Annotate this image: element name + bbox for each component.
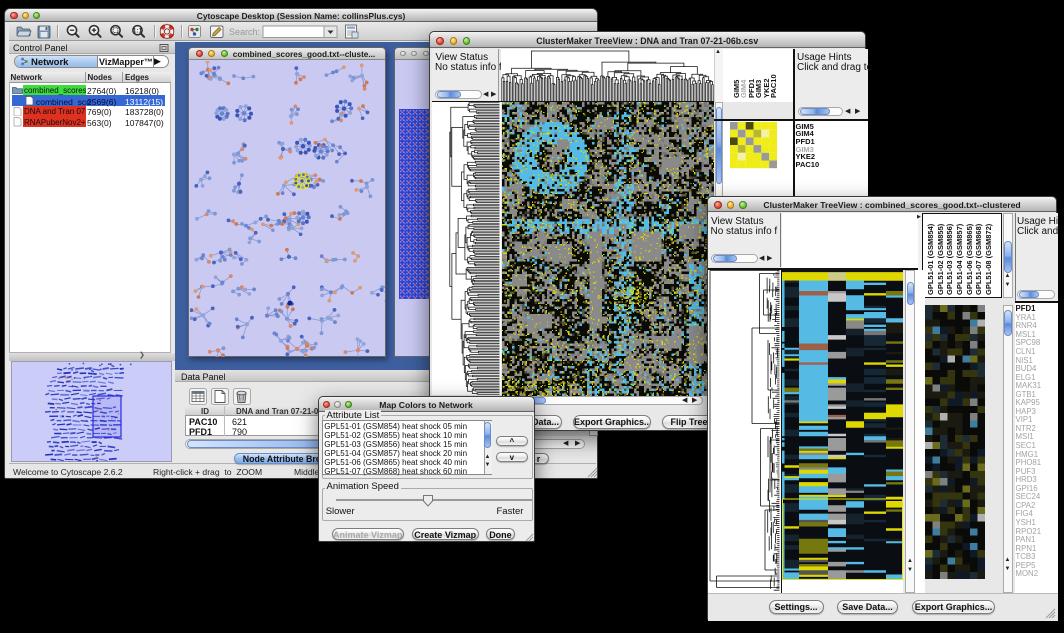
svg-text:1:1: 1:1 [133,28,143,35]
svg-text:Search:: Search: [229,27,260,37]
